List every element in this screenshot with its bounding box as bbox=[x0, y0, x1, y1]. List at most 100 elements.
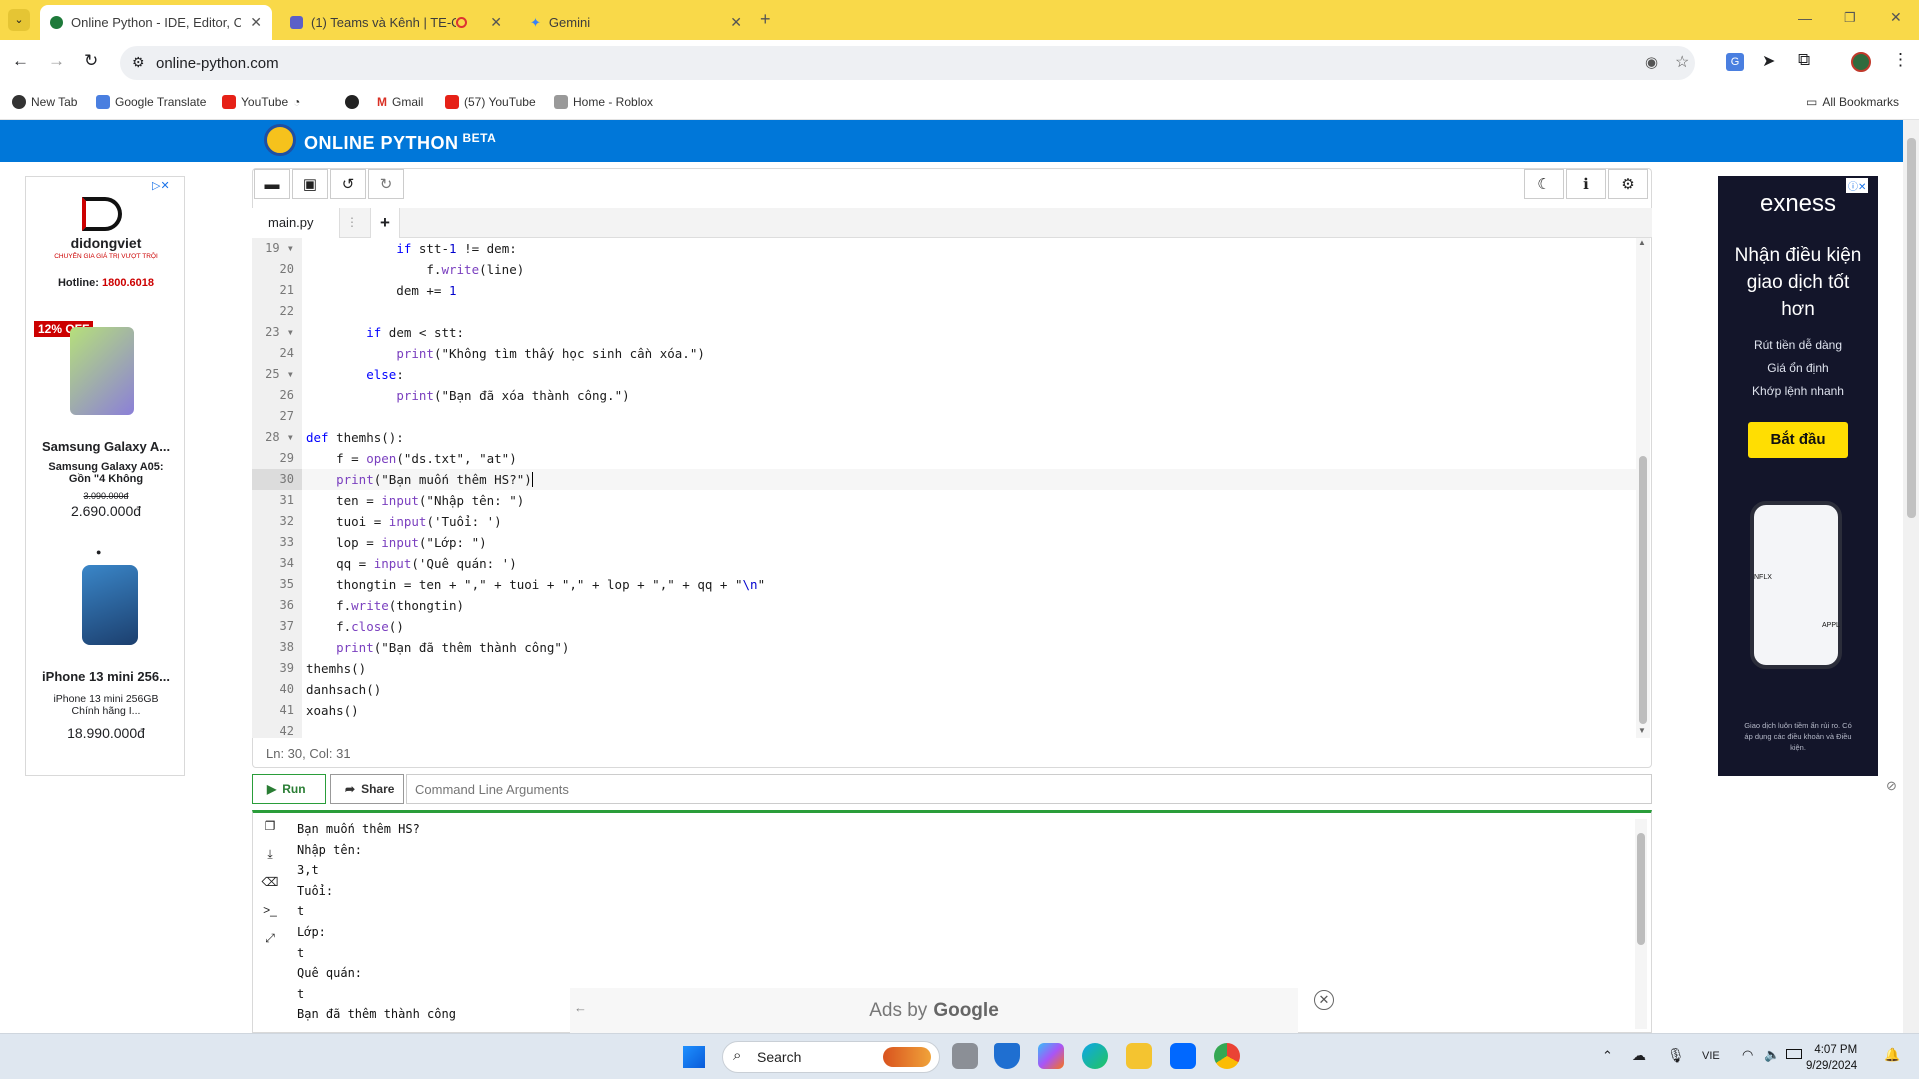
chrome-icon[interactable] bbox=[1214, 1043, 1240, 1069]
send-ext-icon[interactable]: ➤ bbox=[1762, 51, 1775, 71]
tab-close-icon[interactable]: ✕ bbox=[490, 14, 502, 31]
zalo-icon[interactable] bbox=[1170, 1043, 1196, 1069]
left-ad[interactable]: ▷✕ didongviet CHUYÊN GIA GIÁ TRỊ VƯỢT TR… bbox=[25, 176, 185, 776]
code-line[interactable]: lop = input("Lớp: ") bbox=[306, 532, 487, 553]
code-line[interactable]: f = open("ds.txt", "at") bbox=[306, 448, 517, 469]
translate-ext-icon[interactable]: G bbox=[1726, 53, 1744, 71]
page-scroll-thumb[interactable] bbox=[1907, 138, 1916, 518]
eraser-icon[interactable]: ⌫ bbox=[261, 875, 279, 893]
reload-icon[interactable]: ↻ bbox=[84, 51, 98, 71]
bookmark-gmail[interactable]: M Gmail bbox=[377, 95, 423, 109]
browser-tab-gemini[interactable]: ✦ Gemini ✕ bbox=[520, 5, 752, 40]
extensions-icon[interactable]: ⧉ bbox=[1798, 50, 1810, 70]
mic-icon[interactable]: 🎙 bbox=[1667, 1047, 1685, 1064]
code-line[interactable]: dem += 1 bbox=[306, 280, 456, 301]
code-line[interactable]: if dem < stt: bbox=[306, 322, 464, 343]
share-button[interactable]: ➦ Share bbox=[330, 774, 404, 804]
scroll-up-icon[interactable]: ▲ bbox=[1638, 238, 1646, 247]
profile-avatar[interactable] bbox=[1851, 52, 1871, 72]
copy-icon[interactable]: ❐ bbox=[261, 819, 279, 837]
code-line[interactable]: else: bbox=[306, 364, 404, 385]
bookmark-youtube[interactable]: YouTube ◔ bbox=[222, 95, 300, 109]
site-info-icon[interactable]: ⚙ bbox=[132, 54, 145, 71]
taskbar-clock[interactable]: 4:07 PM 9/29/2024 bbox=[1806, 1042, 1857, 1074]
task-view-icon[interactable] bbox=[952, 1043, 978, 1069]
all-bookmarks[interactable]: ▭ All Bookmarks bbox=[1806, 95, 1899, 109]
wifi-icon[interactable]: ◠ bbox=[1742, 1047, 1753, 1063]
ads-close-icon[interactable]: ✕ bbox=[1314, 990, 1334, 1010]
window-close-icon[interactable]: ✕ bbox=[1890, 9, 1902, 26]
code-editor[interactable]: 19 ▾ 20 21 22 23 ▾ 24 25 ▾ 26 27 28 ▾ 29 30 … bbox=[252, 238, 1640, 738]
file-tab-main[interactable]: main.py bbox=[252, 208, 340, 238]
volume-icon[interactable]: 🔈 bbox=[1764, 1047, 1780, 1063]
tab-close-icon[interactable]: ✕ bbox=[730, 14, 742, 31]
google-ads-bar[interactable]: ← Ads by Google bbox=[570, 988, 1298, 1033]
tab-menu-icon[interactable]: ⋮ bbox=[346, 215, 358, 229]
menu-icon[interactable]: ⋮ bbox=[1892, 50, 1909, 70]
bookmark-new-tab[interactable]: New Tab bbox=[12, 95, 77, 109]
language-indicator[interactable]: VIE bbox=[1702, 1050, 1720, 1062]
code-line[interactable]: tuoi = input('Tuổi: ') bbox=[306, 511, 502, 532]
bookmark-google-translate[interactable]: Google Translate bbox=[96, 95, 206, 109]
code-line[interactable]: qq = input('Quê quán: ') bbox=[306, 553, 517, 574]
add-file-button[interactable]: + bbox=[370, 208, 400, 238]
windows-start-icon[interactable] bbox=[683, 1046, 705, 1068]
command-line-args-input[interactable] bbox=[406, 774, 1652, 804]
defender-icon[interactable] bbox=[994, 1043, 1020, 1069]
run-button[interactable]: ▶ Run bbox=[252, 774, 326, 804]
settings-icon[interactable]: ⚙ bbox=[1608, 169, 1648, 199]
site-title[interactable]: ONLINE PYTHON BETA bbox=[304, 131, 496, 154]
info-icon[interactable]: ℹ bbox=[1566, 169, 1606, 199]
code-line[interactable]: print("Bạn muốn thêm HS?") bbox=[302, 469, 1640, 490]
code-line[interactable]: f.close() bbox=[306, 616, 404, 637]
terminal-scrollbar[interactable] bbox=[1635, 819, 1647, 1029]
download-icon[interactable]: ⤓ bbox=[261, 847, 279, 865]
right-ad[interactable]: ⓘ✕ exness Nhận điều kiện giao dịch tốt h… bbox=[1718, 176, 1878, 776]
bookmark-youtube-57[interactable]: (57) YouTube bbox=[445, 95, 536, 109]
undo-icon[interactable]: ↺ bbox=[330, 169, 366, 199]
code-line[interactable]: print("Bạn đã thêm thành công") bbox=[306, 637, 569, 658]
ads-back-icon[interactable]: ← bbox=[574, 1000, 587, 1015]
address-bar[interactable]: ⚙ online-python.com ◉ ☆ bbox=[120, 46, 1695, 80]
start-button[interactable]: Bắt đầu bbox=[1748, 422, 1848, 458]
code-line[interactable]: print("Bạn đã xóa thành công.") bbox=[306, 385, 629, 406]
terminal-scroll-thumb[interactable] bbox=[1637, 833, 1645, 945]
open-folder-icon[interactable]: ▬ bbox=[254, 169, 290, 199]
code-line[interactable]: xoahs() bbox=[306, 700, 359, 721]
editor-scroll-thumb[interactable] bbox=[1639, 456, 1647, 724]
eye-off-icon[interactable]: ◉ bbox=[1645, 53, 1658, 71]
copilot-icon[interactable] bbox=[1038, 1043, 1064, 1069]
code-line[interactable]: danhsach() bbox=[306, 679, 381, 700]
ad-settings-icon[interactable]: ⊘ bbox=[1886, 778, 1897, 794]
code-line[interactable]: thongtin = ten + "," + tuoi + "," + lop … bbox=[306, 574, 765, 595]
battery-icon[interactable] bbox=[1786, 1049, 1802, 1059]
tab-close-icon[interactable]: ✕ bbox=[250, 14, 262, 31]
tray-chevron-icon[interactable]: ⌃ bbox=[1602, 1048, 1613, 1064]
minimize-icon[interactable]: — bbox=[1798, 10, 1812, 26]
browser-tab-teams[interactable]: (1) Teams và Kênh | TE-C-P/ ✕ bbox=[280, 5, 512, 40]
bookmark-star-icon[interactable]: ☆ bbox=[1675, 52, 1689, 72]
forward-icon[interactable]: → bbox=[48, 51, 65, 71]
bookmark-circle[interactable] bbox=[345, 95, 359, 109]
adchoices-icon[interactable]: ▷✕ bbox=[152, 179, 170, 192]
bookmark-roblox[interactable]: Home - Roblox bbox=[554, 95, 653, 109]
redo-icon[interactable]: ↻ bbox=[368, 169, 404, 199]
code-line[interactable]: def themhs(): bbox=[306, 427, 404, 448]
python-logo-icon[interactable] bbox=[264, 124, 296, 156]
code-line[interactable]: themhs() bbox=[306, 658, 366, 679]
editor-scrollbar[interactable]: ▲ ▼ bbox=[1636, 238, 1650, 738]
code-line[interactable]: f.write(line) bbox=[306, 259, 524, 280]
expand-icon[interactable]: ⤢ bbox=[261, 931, 279, 949]
new-tab-icon[interactable]: + bbox=[760, 9, 771, 30]
dark-mode-icon[interactable]: ☾ bbox=[1524, 169, 1564, 199]
code-line[interactable]: f.write(thongtin) bbox=[306, 595, 464, 616]
code-line[interactable]: ten = input("Nhập tên: ") bbox=[306, 490, 524, 511]
file-explorer-icon[interactable] bbox=[1126, 1043, 1152, 1069]
back-icon[interactable]: ← bbox=[12, 51, 29, 71]
restore-icon[interactable]: ❐ bbox=[1844, 10, 1856, 26]
notification-bell-icon[interactable]: 🔔 bbox=[1884, 1047, 1900, 1063]
terminal-icon[interactable]: >_ bbox=[261, 903, 279, 921]
browser-tab-online-python[interactable]: Online Python - IDE, Editor, Co ✕ bbox=[40, 5, 272, 40]
taskbar-search[interactable]: ⌕ Search bbox=[722, 1041, 940, 1073]
page-scrollbar[interactable] bbox=[1903, 120, 1919, 1033]
